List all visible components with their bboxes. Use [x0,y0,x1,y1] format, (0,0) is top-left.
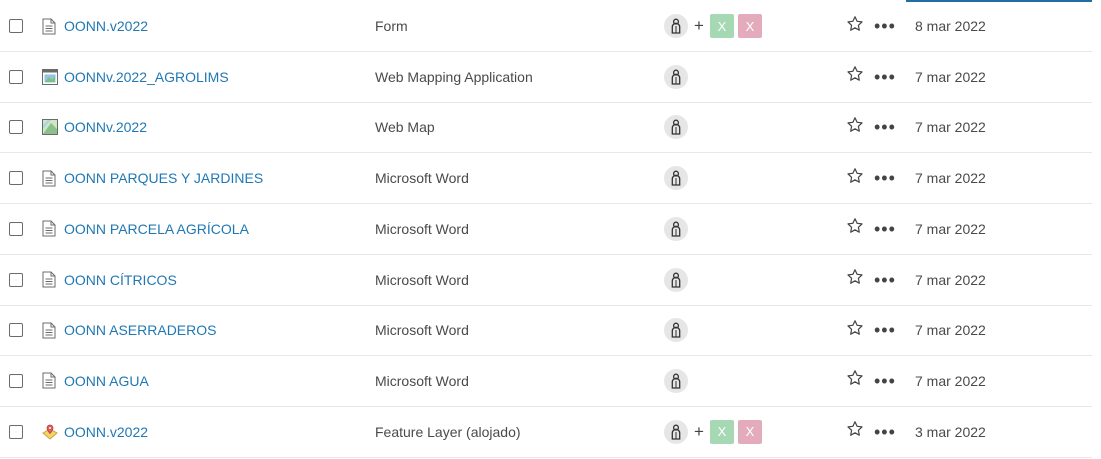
more-options-icon[interactable]: ••• [874,118,896,136]
item-modified-date: 7 mar 2022 [915,372,986,389]
star-icon[interactable] [846,369,864,392]
owner-icon[interactable] [664,115,688,140]
web-map-icon [42,119,58,136]
owner-icon[interactable] [664,216,688,241]
more-options-icon[interactable]: ••• [874,423,896,441]
owner-icon[interactable] [664,166,688,191]
tag-pink[interactable]: X [738,14,762,38]
owner-icon[interactable] [664,64,688,89]
star-icon[interactable] [846,116,864,139]
plus-icon: + [694,421,704,441]
item-title-link[interactable]: OONNv.2022_AGROLIMS [64,69,229,85]
row-checkbox[interactable] [9,120,23,135]
table-row[interactable]: OONN AGUA Microsoft Word ••• 7 mar 2022 [0,356,1092,407]
owner-icon[interactable] [664,14,688,38]
item-modified-date: 7 mar 2022 [915,119,986,136]
owner-icon[interactable] [664,318,688,343]
star-icon[interactable] [846,167,864,190]
more-options-icon[interactable]: ••• [874,169,896,187]
item-title-link[interactable]: OONN PARQUES Y JARDINES [64,170,263,186]
more-options-icon[interactable]: ••• [874,372,896,390]
more-options-icon[interactable]: ••• [874,17,896,35]
document-icon [42,271,56,288]
owner-icon[interactable] [664,368,688,393]
star-icon[interactable] [846,217,864,240]
tag-green[interactable]: X [710,14,734,38]
more-options-icon[interactable]: ••• [874,321,896,339]
tag-green[interactable]: X [710,419,734,444]
table-row[interactable]: OONN.v2022 Feature Layer (alojado) + X X ••• 3… [0,407,1092,458]
item-type: Web Map [375,119,435,136]
item-type: Microsoft Word [375,372,469,389]
more-options-icon[interactable]: ••• [874,220,896,238]
table-row[interactable]: OONN PARQUES Y JARDINES Microsoft Word •••… [0,153,1092,205]
row-checkbox[interactable] [9,424,23,439]
document-icon [42,18,56,35]
item-type: Microsoft Word [375,220,469,237]
row-checkbox[interactable] [9,373,23,388]
table-row[interactable]: OONN PARCELA AGRÍCOLA Microsoft Word ••• 7 … [0,204,1092,255]
item-modified-date: 8 mar 2022 [915,18,986,34]
table-row[interactable]: OONN.v2022 Form + X X ••• 8 mar 2022 [0,1,1092,52]
item-title-link[interactable]: OONN CÍTRICOS [64,272,177,288]
row-checkbox[interactable] [9,69,23,84]
star-icon[interactable] [846,319,864,342]
more-options-icon[interactable]: ••• [874,271,896,289]
item-type: Web Mapping Application [375,68,533,85]
star-icon[interactable] [846,420,864,443]
item-title-link[interactable]: OONN.v2022 [64,18,148,34]
document-icon [42,372,56,389]
content-table: OONN.v2022 Form + X X ••• 8 mar 2022 OONNv.2022… [0,0,1101,459]
star-icon[interactable] [846,65,864,88]
owner-icon[interactable] [664,419,688,444]
more-options-icon[interactable]: ••• [874,68,896,86]
row-checkbox[interactable] [9,19,23,33]
item-title-link[interactable]: OONNv.2022 [64,119,147,135]
item-title-link[interactable]: OONN ASERRADEROS [64,322,216,338]
item-modified-date: 3 mar 2022 [915,423,986,440]
item-modified-date: 7 mar 2022 [915,170,986,187]
document-icon [42,220,56,237]
feature-layer-icon [42,424,58,440]
star-icon[interactable] [846,15,864,38]
item-type: Microsoft Word [375,271,469,288]
item-type: Microsoft Word [375,170,469,187]
row-checkbox[interactable] [9,323,23,338]
table-row[interactable]: OONNv.2022_AGROLIMS Web Mapping Applicati… [0,52,1092,103]
item-modified-date: 7 mar 2022 [915,271,986,288]
item-modified-date: 7 mar 2022 [915,68,986,85]
table-row[interactable]: OONN ASERRADEROS Microsoft Word ••• 7 mar 2… [0,305,1092,357]
row-checkbox[interactable] [9,272,23,287]
table-row[interactable]: OONNv.2022 Web Map ••• 7 mar 2022 [0,102,1092,154]
plus-icon: + [694,16,704,35]
web-mapping-app-icon [42,68,58,85]
document-icon [42,170,56,187]
item-modified-date: 7 mar 2022 [915,322,986,339]
item-type: Feature Layer (alojado) [375,423,521,440]
tag-pink[interactable]: X [738,419,762,444]
star-icon[interactable] [846,268,864,291]
table-row[interactable]: OONN CÍTRICOS Microsoft Word ••• 7 mar 2022 [0,255,1092,306]
item-type: Microsoft Word [375,322,469,339]
item-type: Form [375,18,408,34]
item-title-link[interactable]: OONN.v2022 [64,424,148,440]
document-icon [42,322,56,339]
item-title-link[interactable]: OONN PARCELA AGRÍCOLA [64,221,249,237]
item-modified-date: 7 mar 2022 [915,220,986,237]
owner-icon[interactable] [664,267,688,292]
row-checkbox[interactable] [9,221,23,236]
row-checkbox[interactable] [9,171,23,186]
item-title-link[interactable]: OONN AGUA [64,373,149,389]
